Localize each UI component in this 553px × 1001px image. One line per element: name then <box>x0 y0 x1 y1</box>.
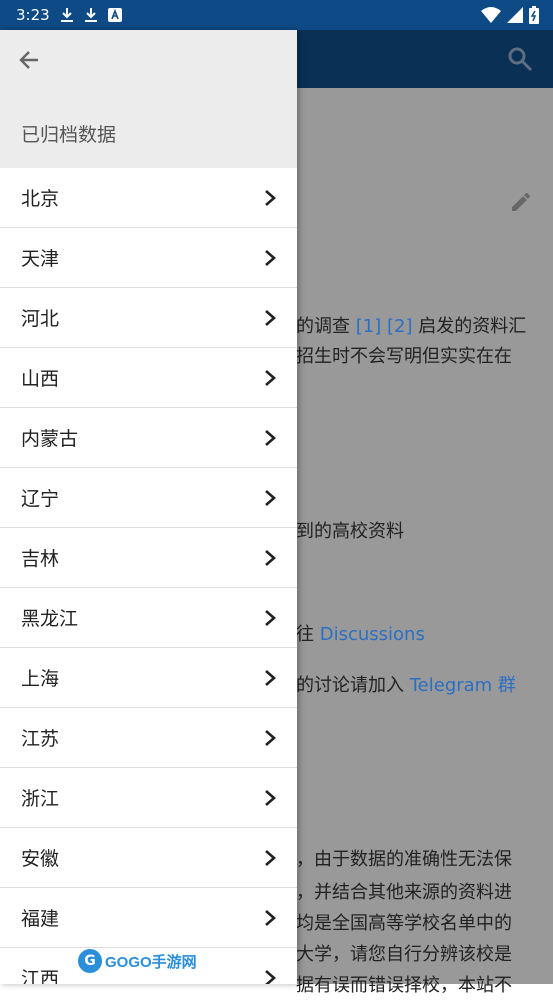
telegram-link[interactable]: Telegram 群 <box>410 675 516 696</box>
chevron-right-icon <box>265 849 276 866</box>
navigation-drawer: 已归档数据 北京天津河北山西内蒙古辽宁吉林黑龙江上海江苏浙江安徽福建江西 <box>0 30 297 984</box>
chevron-right-icon <box>265 609 276 626</box>
background-paragraph: 往 Discussions <box>296 624 425 645</box>
wifi-icon <box>481 7 501 23</box>
chevron-right-icon <box>265 789 276 806</box>
background-paragraph: 到的高校资料 <box>296 521 404 542</box>
chevron-right-icon <box>265 909 276 926</box>
drawer-item[interactable]: 黑龙江 <box>0 588 297 648</box>
drawer-item[interactable]: 山西 <box>0 348 297 408</box>
drawer-item-label: 天津 <box>21 248 60 270</box>
watermark-text: GOGO手游网 <box>105 953 197 971</box>
background-paragraph: 的调查 [1] [2] 启发的资料汇 <box>296 316 527 337</box>
drawer-item-label: 浙江 <box>21 788 60 810</box>
drawer-item-label: 山西 <box>21 368 60 390</box>
drawer-item-label: 黑龙江 <box>21 608 79 630</box>
drawer-item[interactable]: 江苏 <box>0 708 297 768</box>
app-notification-icon <box>107 8 122 22</box>
chevron-right-icon <box>265 549 276 566</box>
reference-link[interactable]: [1] <box>356 316 382 337</box>
drawer-item-label: 吉林 <box>21 548 60 570</box>
chevron-right-icon <box>265 669 276 686</box>
chevron-right-icon <box>265 189 276 206</box>
drawer-item[interactable]: 天津 <box>0 228 297 288</box>
drawer-item[interactable]: 吉林 <box>0 528 297 588</box>
chevron-right-icon <box>265 489 276 506</box>
drawer-item[interactable]: 浙江 <box>0 768 297 828</box>
download-icon <box>84 8 97 22</box>
watermark-logo-icon: G <box>78 949 102 973</box>
drawer-item[interactable]: 北京 <box>0 168 297 228</box>
drawer-item-label: 辽宁 <box>21 488 60 510</box>
signal-icon <box>507 7 523 23</box>
drawer-item[interactable]: 内蒙古 <box>0 408 297 468</box>
edit-icon[interactable] <box>509 190 533 214</box>
battery-icon <box>529 6 539 24</box>
chevron-right-icon <box>265 369 276 386</box>
drawer-title: 已归档数据 <box>21 124 117 146</box>
chevron-right-icon <box>265 249 276 266</box>
background-paragraph: 招生时不会写明但实实在在 <box>296 346 512 367</box>
drawer-item-label: 河北 <box>21 308 60 330</box>
status-bar: 3:23 <box>0 0 553 30</box>
drawer-item-label: 江西 <box>21 968 60 984</box>
watermark: G GOGO手游网 <box>78 948 197 974</box>
drawer-header: 已归档数据 <box>0 30 297 168</box>
background-paragraph: 的讨论请加入 Telegram 群 <box>296 675 516 696</box>
chevron-right-icon <box>265 969 276 984</box>
drawer-item-label: 江苏 <box>21 728 60 750</box>
drawer-item-label: 北京 <box>21 188 60 210</box>
status-time: 3:23 <box>16 6 50 24</box>
drawer-item[interactable]: 安徽 <box>0 828 297 888</box>
chevron-right-icon <box>265 429 276 446</box>
drawer-list: 北京天津河北山西内蒙古辽宁吉林黑龙江上海江苏浙江安徽福建江西 <box>0 168 297 984</box>
drawer-item[interactable]: 辽宁 <box>0 468 297 528</box>
drawer-item[interactable]: 河北 <box>0 288 297 348</box>
drawer-item-label: 内蒙古 <box>21 428 79 450</box>
back-arrow-icon[interactable] <box>16 46 44 74</box>
background-paragraph: 据有误而错误择校，本站不 <box>296 975 512 996</box>
chevron-right-icon <box>265 309 276 326</box>
discussions-link[interactable]: Discussions <box>320 624 425 645</box>
drawer-item[interactable]: 上海 <box>0 648 297 708</box>
background-paragraph: ，并结合其他来源的资料进 <box>296 882 512 903</box>
drawer-item-label: 上海 <box>21 668 60 690</box>
background-paragraph: ，由于数据的准确性无法保 <box>296 849 512 870</box>
background-paragraph: 大学，请您自行分辨该校是 <box>296 944 512 965</box>
drawer-item[interactable]: 福建 <box>0 888 297 948</box>
chevron-right-icon <box>265 729 276 746</box>
background-paragraph: 均是全国高等学校名单中的 <box>296 913 512 934</box>
drawer-item-label: 安徽 <box>21 848 60 870</box>
drawer-item-label: 福建 <box>21 908 60 930</box>
download-icon <box>60 8 73 22</box>
reference-link[interactable]: [2] <box>387 316 413 337</box>
